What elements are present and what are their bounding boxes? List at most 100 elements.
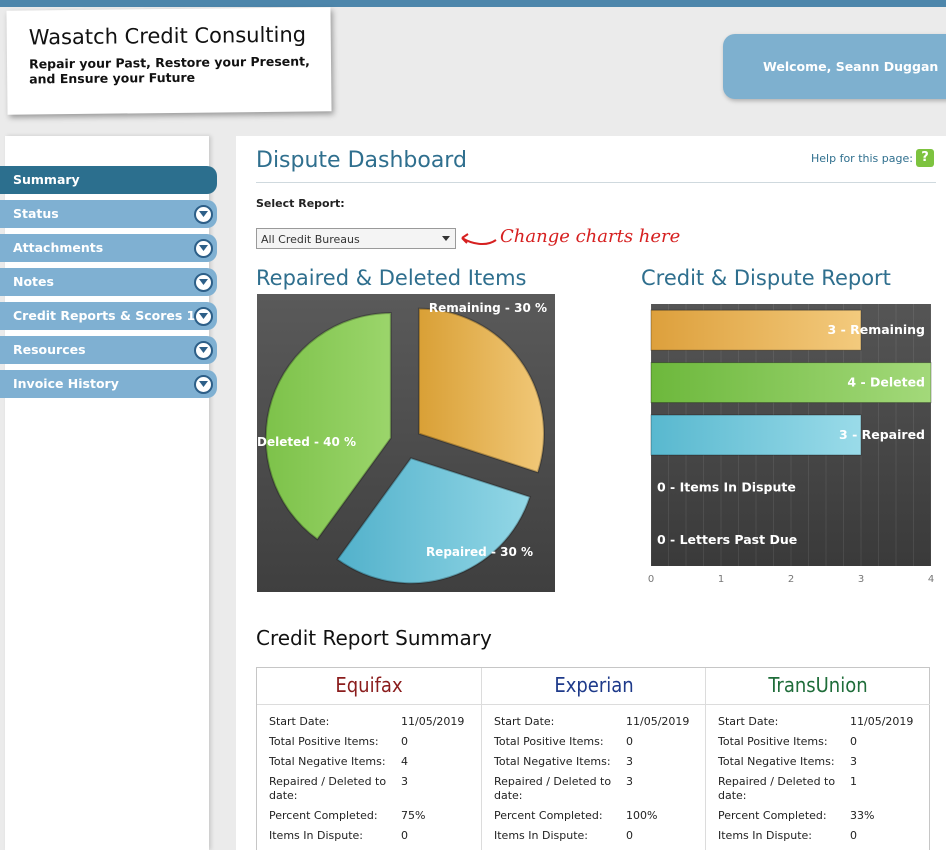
pie-slice-label: Remaining - 30 % [429, 301, 547, 315]
summary-row-label: Percent Completed: [494, 809, 603, 822]
bureau-column-experian: Experian Start Date: 11/05/2019 Total Posit… [481, 668, 706, 850]
sidebar-item-credit-reports-scores-101[interactable]: Credit Reports & Scores 101 [0, 302, 217, 330]
bureau-column-transunion: TransUnion Start Date: 11/05/2019 Total Pos… [705, 668, 930, 850]
pie-slice-label: Repaired - 30 % [426, 545, 533, 559]
chevron-down-icon[interactable] [194, 205, 213, 224]
bar-data-label: 0 - Items In Dispute [657, 479, 796, 494]
summary-row-label: Total Positive Items: [269, 735, 379, 748]
bureau-name: TransUnion [768, 673, 868, 697]
summary-row-label: Repaired / Deleted to date: [269, 775, 387, 802]
summary-row-value: 11/05/2019 [850, 715, 914, 728]
bureau-name: Equifax [335, 673, 403, 697]
report-select-value: All Credit Bureaus [261, 233, 360, 246]
chevron-down-icon[interactable] [194, 239, 213, 258]
summary-row-value: 33% [850, 809, 875, 822]
sidebar-item-invoice-history[interactable]: Invoice History [0, 370, 217, 398]
sidebar-item-label: Summary [13, 172, 80, 187]
summary-row-label: Total Negative Items: [269, 755, 386, 768]
summary-row-value: 0 [401, 829, 408, 842]
bar-chart: 3 - Remaining 4 - Deleted 3 - Repaired 0 - … [648, 304, 934, 585]
sidebar-item-resources[interactable]: Resources [0, 336, 217, 364]
summary-row-label: Items In Dispute: [494, 829, 588, 842]
summary-row-label: Items In Dispute: [269, 829, 363, 842]
summary-row-label: Percent Completed: [269, 809, 378, 822]
bar-data-label: 4 - Deleted [847, 375, 925, 390]
main-panel: Dispute Dashboard Help for this page: ? … [236, 136, 946, 850]
bar-data-label: 3 - Repaired [839, 427, 925, 442]
summary-row-label: Items In Dispute: [718, 829, 812, 842]
summary-row-label: Total Positive Items: [718, 735, 828, 748]
bar-data-label: 3 - Remaining [828, 322, 925, 337]
bar-data-label: 0 - Letters Past Due [657, 532, 797, 547]
summary-row-value: 3 [626, 775, 633, 788]
chevron-down-icon[interactable] [194, 375, 213, 394]
bar-x-tick-label: 0 [648, 574, 654, 585]
summary-row-value: 11/05/2019 [401, 715, 465, 728]
chevron-down-icon[interactable] [194, 307, 213, 326]
summary-row-value: 3 [401, 775, 408, 788]
report-select[interactable]: All Credit Bureaus [256, 228, 456, 249]
summary-row-value: 0 [850, 829, 857, 842]
chevron-down-icon [442, 236, 450, 241]
help-link[interactable]: Help for this page: [811, 152, 913, 165]
bureau-name: Experian [554, 673, 634, 697]
sidebar-item-label: Credit Reports & Scores 101 [13, 308, 213, 323]
page-title: Dispute Dashboard [256, 148, 467, 173]
summary-row-label: Percent Completed: [718, 809, 827, 822]
sidebar-item-status[interactable]: Status [0, 200, 217, 228]
summary-row-label: Repaired / Deleted to date: [494, 775, 612, 802]
summary-row-value: 100% [626, 809, 658, 822]
help-icon[interactable]: ? [916, 149, 934, 167]
bureau-divider [482, 704, 706, 705]
chevron-down-icon[interactable] [194, 273, 213, 292]
summary-row-label: Total Positive Items: [494, 735, 604, 748]
summary-row-value: 3 [850, 755, 857, 768]
sidebar-item-label: Resources [13, 342, 86, 357]
change-charts-hint: Change charts here [500, 226, 681, 247]
select-report-label: Select Report: [256, 197, 345, 210]
sidebar-item-label: Notes [13, 274, 54, 289]
chevron-down-icon[interactable] [194, 341, 213, 360]
sidebar-item-label: Attachments [13, 240, 104, 255]
summary-row-value: 4 [401, 755, 408, 768]
sidebar-item-label: Status [13, 206, 59, 221]
bar-x-tick-label: 1 [718, 574, 724, 585]
credit-report-summary-title: Credit Report Summary [256, 626, 492, 650]
welcome-banner: Welcome, Seann Duggan [723, 34, 946, 99]
summary-row-value: 0 [401, 735, 408, 748]
summary-row-value: 0 [850, 735, 857, 748]
summary-row-label: Start Date: [494, 715, 555, 728]
bureau-column-equifax: Equifax Start Date: 11/05/2019 Total Positi… [257, 668, 481, 850]
bar-x-tick-label: 2 [788, 574, 794, 585]
pie-chart-title: Repaired & Deleted Items [256, 266, 527, 290]
summary-row-value: 3 [626, 755, 633, 768]
pie-slice-label: Deleted - 40 % [257, 435, 356, 449]
brand-tagline: Repair your Past, Restore your Present, … [28, 53, 310, 87]
bureau-divider [706, 704, 930, 705]
summary-row-label: Total Negative Items: [494, 755, 611, 768]
brand-card: Wasatch Credit Consulting Repair your Pa… [6, 7, 332, 115]
pie-chart: Remaining - 30 % Repaired - 30 % Deleted -… [257, 294, 555, 592]
top-accent-bar [0, 0, 946, 7]
summary-row-label: Repaired / Deleted to date: [718, 775, 836, 802]
brand-title: Wasatch Credit Consulting [28, 22, 307, 50]
sidebar-item-label: Invoice History [13, 376, 119, 391]
bar-x-tick-label: 4 [928, 574, 934, 585]
bar-repaired [650, 414, 862, 456]
bar-x-tick-label: 3 [858, 574, 864, 585]
summary-row-label: Total Negative Items: [718, 755, 835, 768]
summary-row-label: Start Date: [718, 715, 779, 728]
summary-row-value: 0 [626, 735, 633, 748]
summary-row-value: 1 [850, 775, 857, 788]
bar-chart-title: Credit & Dispute Report [641, 266, 891, 290]
summary-row-value: 11/05/2019 [626, 715, 690, 728]
summary-row-label: Start Date: [269, 715, 330, 728]
sidebar-item-attachments[interactable]: Attachments [0, 234, 217, 262]
bureau-divider [257, 704, 481, 705]
sidebar-item-notes[interactable]: Notes [0, 268, 217, 296]
title-divider [256, 182, 936, 183]
summary-row-value: 0 [626, 829, 633, 842]
summary-row-value: 75% [401, 809, 426, 822]
credit-report-summary-table: Equifax Start Date: 11/05/2019 Total Positi… [256, 667, 930, 850]
sidebar-item-summary[interactable]: Summary [0, 166, 217, 194]
